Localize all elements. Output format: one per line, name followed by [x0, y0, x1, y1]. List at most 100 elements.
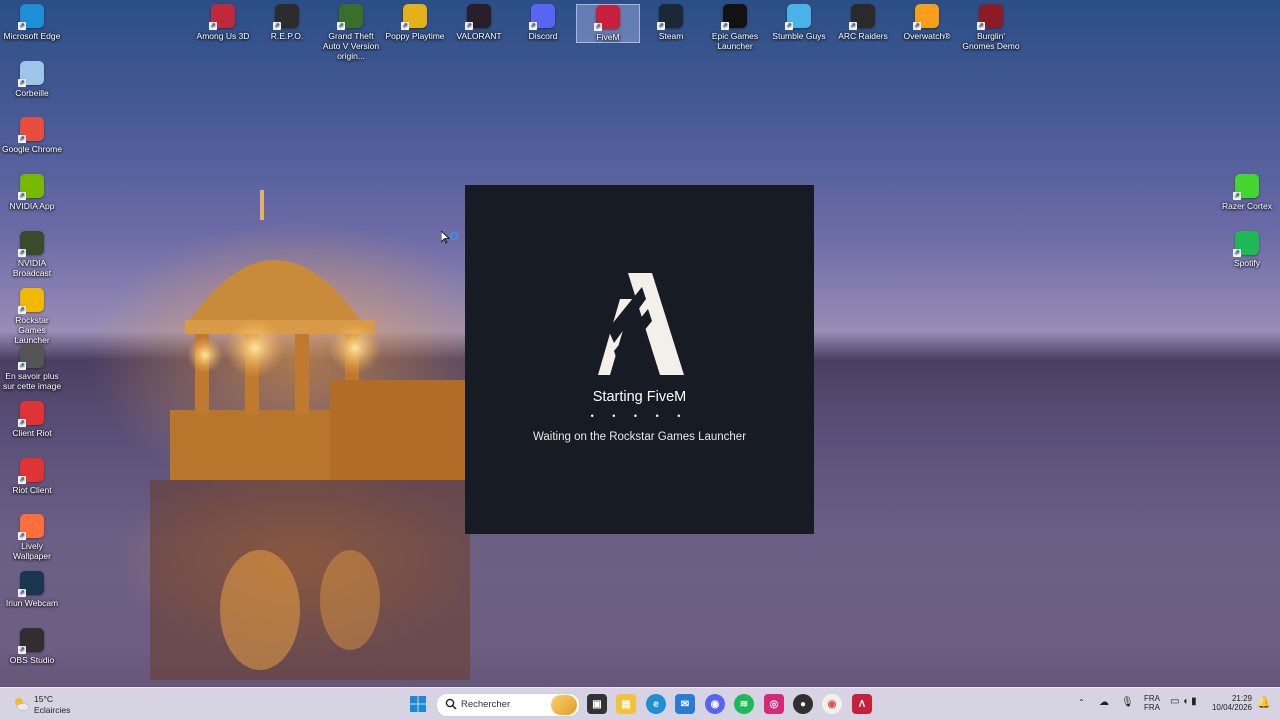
- spotify-icon: ≋: [739, 698, 749, 710]
- desktop-icon-poppy-playtime[interactable]: ↗ Poppy Playtime: [384, 4, 446, 41]
- burglin-gnomes-icon: ↗: [977, 4, 1003, 30]
- edge-icon: ↗: [18, 4, 44, 30]
- clock-date: 10/04/2026: [1211, 703, 1252, 712]
- splash-title: Starting FiveM: [592, 389, 687, 405]
- desktop-icon-burglin-gnomes[interactable]: ↗ Burglin' Gnomes Demo: [960, 4, 1022, 51]
- riot-icon: ↗: [18, 457, 44, 484]
- battery-icon: ▮: [1191, 696, 1197, 707]
- mail-icon: ✉: [680, 698, 690, 710]
- chrome-icon: ◉: [827, 698, 837, 710]
- desktop-icon-label: Grand Theft Auto V Version origin...: [322, 31, 380, 61]
- taskbar-instagram[interactable]: ◎: [764, 694, 784, 714]
- obs-icon: ↗: [18, 627, 44, 654]
- shortcut-arrow-icon: ↗: [18, 532, 26, 541]
- desktop-icon-iriun-webcam[interactable]: ↗ Iriun Webcam: [1, 571, 63, 608]
- shortcut-arrow-icon: ↗: [977, 22, 985, 30]
- obs-icon: ●: [799, 698, 807, 710]
- taskbar-chrome[interactable]: ◉: [822, 694, 842, 714]
- desktop-icon-spotify[interactable]: ↗ Spotify: [1216, 231, 1278, 268]
- shortcut-arrow-icon: ↗: [18, 418, 26, 427]
- edge-icon: e: [653, 698, 659, 710]
- nvidia-broadcast-icon: ↗: [18, 230, 44, 257]
- epic-games-icon: ↗: [721, 4, 747, 30]
- taskbar-outlook[interactable]: ✉: [675, 694, 695, 714]
- clock[interactable]: 21:29 10/04/2026: [1208, 694, 1252, 712]
- shortcut-arrow-icon: ↗: [18, 78, 26, 87]
- rockstar-icon: ↗: [18, 287, 44, 314]
- task-view-button[interactable]: ▣: [587, 694, 607, 714]
- desktop-icon-gta[interactable]: ↗ Grand Theft Auto V Version origin...: [320, 4, 382, 61]
- nvidia-icon: ↗: [18, 174, 44, 201]
- onedrive-status[interactable]: ☁: [1099, 697, 1109, 708]
- desktop-icon-valorant[interactable]: ↗ VALORANT: [448, 4, 510, 41]
- splash-status: Waiting on the Rockstar Games Launcher: [532, 431, 747, 443]
- desktop-icon-nvidia-broadcast[interactable]: ↗ NVIDIA Broadcast: [1, 230, 63, 278]
- desktop-icon-steam[interactable]: ↗ Steam: [640, 4, 702, 41]
- desktop-icon-overwatch[interactable]: ↗ Overwatch®: [896, 4, 958, 41]
- weather-condition: Eclaircies: [34, 705, 71, 715]
- desktop-icon-epic-games[interactable]: ↗ Epic Games Launcher: [704, 4, 766, 51]
- shortcut-arrow-icon: ↗: [209, 22, 217, 30]
- shortcut-arrow-icon: ↗: [785, 22, 793, 30]
- language-switcher[interactable]: FRA FRA: [1144, 694, 1160, 712]
- microphone-icon: 🎙: [1121, 697, 1134, 708]
- spotify-icon: ↗: [1233, 231, 1259, 257]
- taskbar-discord[interactable]: ◉: [705, 694, 725, 714]
- overwatch-icon: ↗: [913, 4, 939, 30]
- windows-icon: [410, 696, 426, 712]
- iriun-webcam-icon: ↗: [18, 571, 44, 597]
- desktop-icon-label: Stumble Guys: [772, 31, 826, 41]
- desktop-icon-info-camera[interactable]: ↗ En savoir plus sur cette image: [1, 344, 63, 391]
- shortcut-arrow-icon: ↗: [18, 362, 26, 371]
- riot-icon: ↗: [18, 400, 44, 427]
- shortcut-arrow-icon: ↗: [18, 192, 26, 201]
- shortcut-arrow-icon: ↗: [1233, 192, 1241, 200]
- desktop-icon-rockstar[interactable]: ↗ Rockstar Games Launcher: [1, 287, 63, 345]
- network-volume-battery[interactable]: ▭ ◖ ▮: [1170, 696, 1197, 707]
- shortcut-arrow-icon: ↗: [529, 22, 537, 30]
- desktop-icon-among-us[interactable]: ↗ Among Us 3D: [192, 4, 254, 41]
- poppy-playtime-icon: ↗: [401, 4, 427, 30]
- desktop-icon-label: VALORANT: [456, 31, 502, 41]
- gta-icon: ↗: [337, 4, 363, 30]
- desktop-icon-label: NVIDIA Broadcast: [12, 257, 52, 278]
- desktop-icon-label: Razer Cortex: [1221, 201, 1273, 211]
- desktop-icon-fivem[interactable]: ↗ FiveM: [576, 4, 640, 43]
- shortcut-arrow-icon: ↗: [401, 22, 409, 30]
- desktop-icon-label: Google Chrome: [1, 144, 62, 155]
- desktop-icon-discord[interactable]: ↗ Discord: [512, 4, 574, 41]
- desktop-icon-nvidia[interactable]: ↗ NVIDIA App: [1, 174, 63, 211]
- shortcut-arrow-icon: ↗: [465, 22, 473, 30]
- desktop-icon-lively-wallpaper[interactable]: ↗ Lively Wallpaper: [1, 514, 63, 561]
- desktop-icon-repo[interactable]: ↗ R.E.P.O.: [256, 4, 318, 41]
- busy-cursor-icon: [441, 231, 459, 244]
- notifications-button[interactable]: 🔔: [1257, 696, 1271, 709]
- desktop-icon-razer-cortex[interactable]: ↗ Razer Cortex: [1216, 174, 1278, 211]
- language-top: FRA: [1144, 694, 1160, 703]
- start-button[interactable]: [408, 694, 428, 714]
- microphone-status[interactable]: 🎙: [1121, 697, 1134, 708]
- desktop-icon-riot[interactable]: ↗ Client Riot: [1, 400, 63, 438]
- taskbar-obs[interactable]: ●: [793, 694, 813, 714]
- taskbar-search[interactable]: Rechercher: [436, 693, 580, 717]
- taskbar: 15°C Eclaircies Rechercher ▣ ▤ e ✉ ◉ ≋ ◎…: [0, 687, 1280, 720]
- taskbar-spotify[interactable]: ≋: [734, 694, 754, 714]
- desktop-icon-obs[interactable]: ↗ OBS Studio: [1, 627, 63, 665]
- shortcut-arrow-icon: ↗: [18, 589, 26, 597]
- taskbar-file-explorer[interactable]: ▤: [616, 694, 636, 714]
- desktop-icon-chrome[interactable]: ↗ Google Chrome: [1, 117, 63, 154]
- desktop-icon-edge[interactable]: ↗ Microsoft Edge: [1, 4, 63, 41]
- desktop-icon-label: Discord: [528, 31, 558, 41]
- chrome-icon: ↗: [18, 117, 44, 144]
- desktop-icon-label: Iriun Webcam: [5, 598, 59, 608]
- taskbar-fivem[interactable]: Λ: [852, 694, 872, 714]
- desktop-icon-riot[interactable]: ↗ Riot Client: [1, 457, 63, 495]
- shortcut-arrow-icon: ↗: [337, 22, 345, 30]
- weather-temperature: 15°C: [34, 694, 53, 704]
- desktop-icon-recycle-bin[interactable]: ↗ Corbeille: [1, 60, 63, 98]
- taskbar-edge[interactable]: e: [646, 694, 666, 714]
- desktop-icon-arc-raiders[interactable]: ↗ ARC Raiders: [832, 4, 894, 41]
- desktop-icon-stumble-guys[interactable]: ↗ Stumble Guys: [768, 4, 830, 41]
- show-hidden-icons-button[interactable]: ⌃: [1078, 698, 1085, 707]
- steam-icon: ↗: [657, 4, 683, 30]
